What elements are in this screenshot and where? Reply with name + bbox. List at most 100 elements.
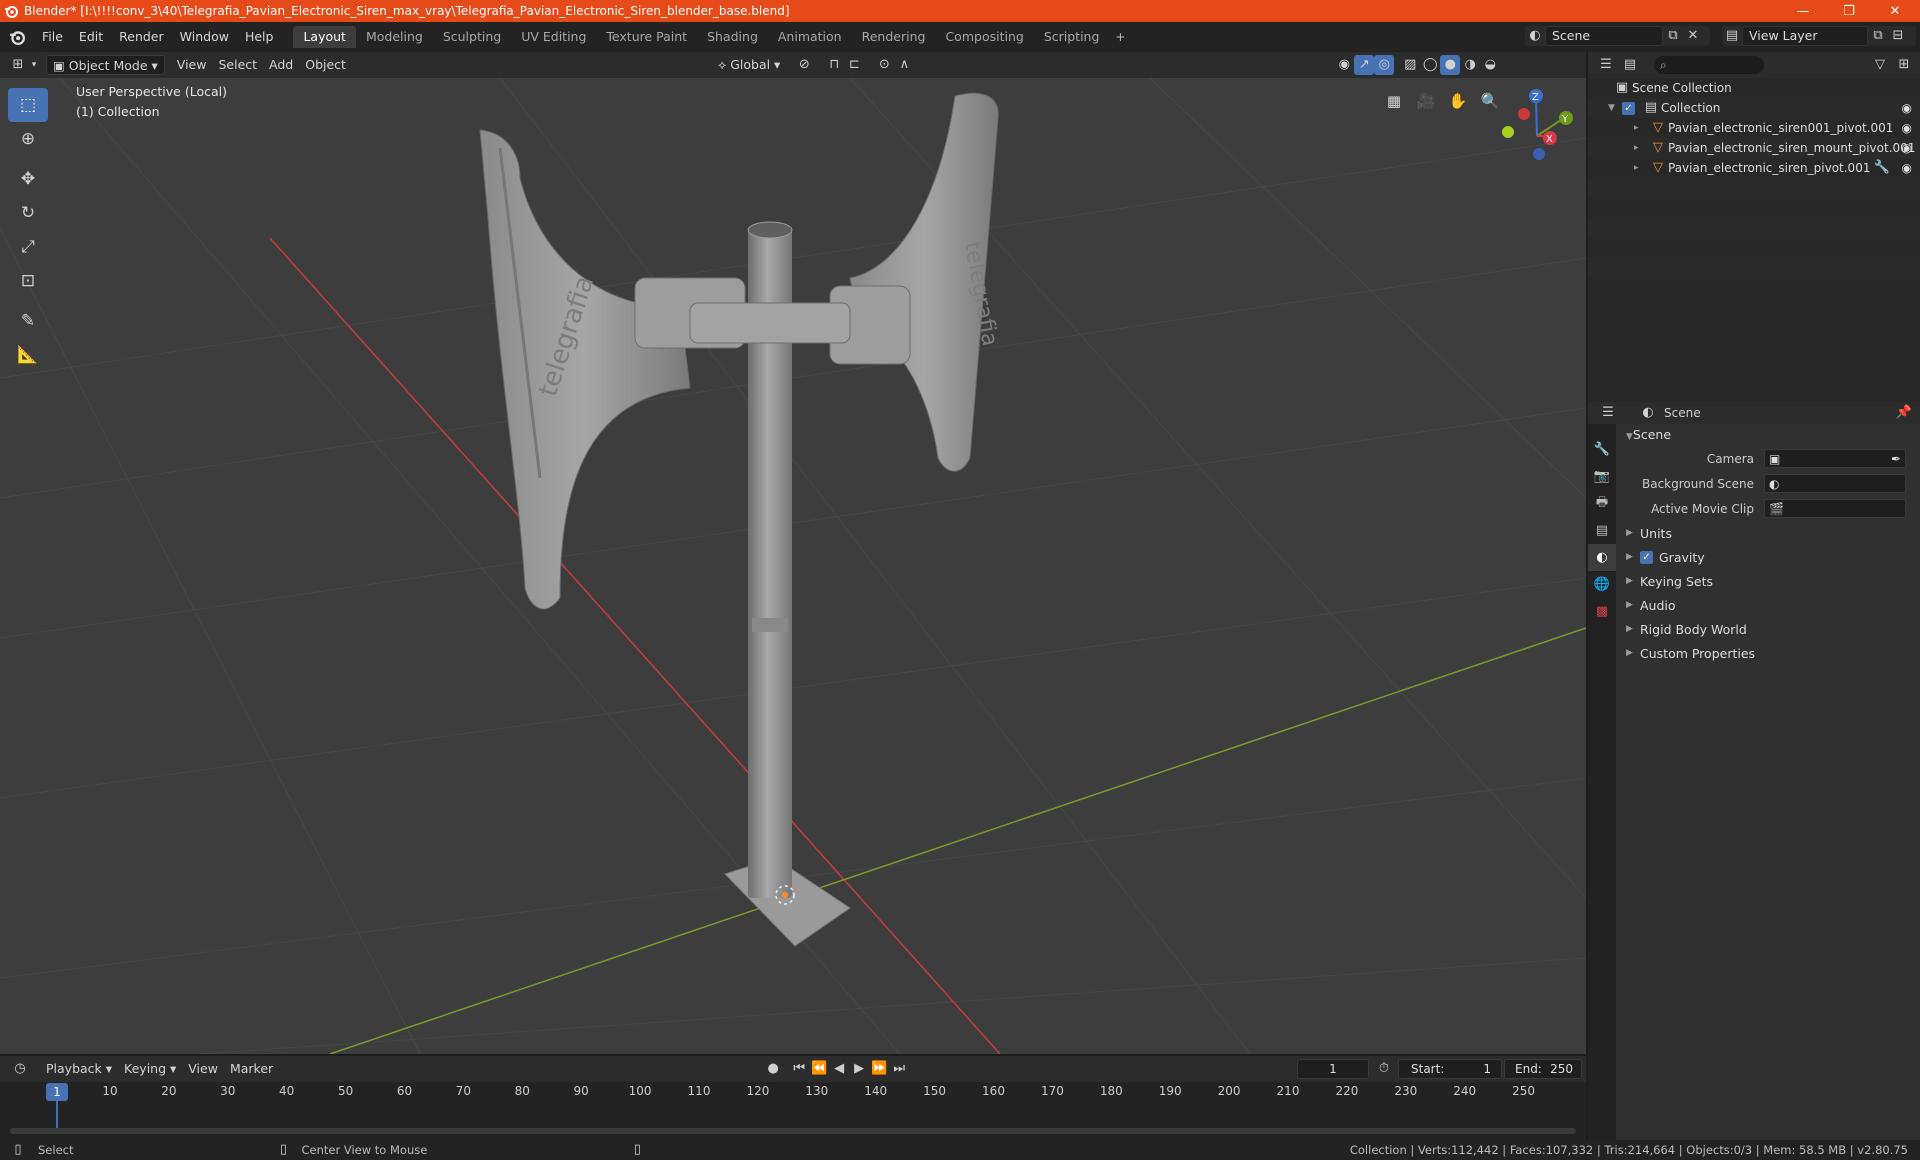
pivot-point-icon[interactable]: ⊘	[794, 55, 814, 75]
outliner-row-object[interactable]: ▸ ▽ Pavian_electronic_siren_mount_pivot.…	[1588, 138, 1920, 158]
keying-menu[interactable]: Keying ▾	[118, 1059, 182, 1079]
outliner-row-collection[interactable]: ▼ ✓ ▤ Collection ◉	[1588, 98, 1920, 118]
new-scene-icon[interactable]: ⧉	[1663, 26, 1683, 46]
pan-hand-icon[interactable]: ✋	[1444, 87, 1472, 115]
record-icon[interactable]: ●	[763, 1059, 783, 1079]
remove-view-layer-icon[interactable]: ⊟	[1888, 26, 1908, 46]
eyedropper-icon[interactable]: ✒	[1891, 452, 1901, 466]
gizmo-icon[interactable]: ↗	[1354, 55, 1375, 75]
start-frame-field[interactable]: Start: 1	[1398, 1059, 1502, 1079]
maximize-button[interactable]: ❐	[1826, 0, 1872, 22]
outliner-row-object[interactable]: ▸ ▽ Pavian_electronic_siren001_pivot.001…	[1588, 118, 1920, 138]
eye-icon[interactable]: ◉	[1902, 121, 1912, 135]
tab-sculpting[interactable]: Sculpting	[433, 26, 511, 48]
properties-editor-icon[interactable]: ☰	[1598, 403, 1618, 423]
tab-world-icon[interactable]: 🌐	[1588, 571, 1616, 598]
add-workspace-button[interactable]: +	[1109, 26, 1131, 48]
expand-chevron-icon[interactable]: ▸	[1634, 163, 1648, 173]
add-menu[interactable]: Add	[263, 55, 299, 75]
solid-shading-icon[interactable]: ●	[1440, 55, 1461, 75]
menu-help[interactable]: Help	[237, 26, 282, 48]
marker-menu[interactable]: Marker	[224, 1059, 279, 1079]
eye-icon[interactable]: ◉	[1902, 161, 1912, 175]
outliner-search-input[interactable]: ⌕	[1654, 56, 1764, 74]
eye-icon[interactable]: ◉	[1902, 141, 1912, 155]
cursor-tool[interactable]: ⊕	[8, 122, 48, 156]
audio-panel[interactable]: ▶ Audio	[1616, 593, 1920, 617]
editor-type-icon[interactable]: ⊞	[8, 55, 28, 75]
expand-chevron-icon[interactable]: ▸	[1634, 123, 1648, 133]
scene-name-field[interactable]: Scene	[1545, 26, 1663, 46]
background-scene-field[interactable]: ◐	[1764, 474, 1906, 493]
tab-texture-paint[interactable]: Texture Paint	[596, 26, 697, 48]
stopwatch-icon[interactable]: ⏱	[1374, 1059, 1394, 1079]
visibility-icon[interactable]: ◉	[1334, 55, 1354, 75]
material-shading-icon[interactable]: ◑	[1460, 55, 1480, 75]
prev-keyframe-icon[interactable]: ⏪	[809, 1059, 829, 1079]
overlays-icon[interactable]: ◎	[1374, 55, 1395, 75]
collection-checkbox[interactable]: ✓	[1622, 101, 1635, 115]
jump-start-icon[interactable]: ⏮	[789, 1059, 809, 1079]
units-panel[interactable]: ▶ Units	[1616, 521, 1920, 545]
play-reverse-icon[interactable]: ◀	[829, 1059, 849, 1079]
custom-properties-panel[interactable]: ▶ Custom Properties	[1616, 641, 1920, 665]
object-menu[interactable]: Object	[299, 55, 352, 75]
timeline-view-menu[interactable]: View	[182, 1059, 224, 1079]
falloff-icon[interactable]: ∧	[894, 55, 914, 75]
menu-window[interactable]: Window	[172, 26, 237, 48]
timeline-scrollbar[interactable]	[10, 1128, 1576, 1134]
gravity-panel[interactable]: ▶ ✓ Gravity	[1616, 545, 1920, 569]
end-frame-field[interactable]: End: 250	[1504, 1059, 1582, 1079]
gravity-checkbox[interactable]: ✓	[1640, 550, 1653, 564]
tab-texture-icon[interactable]: ▩	[1588, 598, 1616, 625]
new-view-layer-icon[interactable]: ⧉	[1868, 26, 1888, 46]
tab-uv-editing[interactable]: UV Editing	[511, 26, 596, 48]
minimize-button[interactable]: —	[1780, 0, 1826, 22]
tab-scene-icon[interactable]: ◐	[1588, 544, 1616, 571]
current-frame-indicator[interactable]: 1	[46, 1083, 68, 1101]
annotate-tool[interactable]: ✎	[8, 304, 48, 338]
jump-end-icon[interactable]: ⏭	[889, 1059, 909, 1079]
tab-render-icon[interactable]: 📷	[1588, 463, 1616, 490]
tab-tool-icon[interactable]: 🔧	[1588, 436, 1616, 463]
tab-shading[interactable]: Shading	[697, 26, 768, 48]
tab-compositing[interactable]: Compositing	[935, 26, 1033, 48]
transform-orientation-dropdown[interactable]: ⟡ Global ▾	[712, 55, 786, 75]
new-collection-icon[interactable]: ⊞	[1894, 55, 1914, 75]
tab-rendering[interactable]: Rendering	[852, 26, 936, 48]
zoom-icon[interactable]: 🔍	[1476, 87, 1504, 115]
move-tool[interactable]: ✥	[8, 162, 48, 196]
pin-icon[interactable]: 📌	[1894, 403, 1914, 423]
close-button[interactable]: ✕	[1872, 0, 1918, 22]
playback-menu[interactable]: Playback ▾	[40, 1059, 118, 1079]
blender-menu-icon[interactable]	[0, 29, 34, 45]
scale-tool[interactable]: ⤢	[8, 230, 48, 264]
tab-output-icon[interactable]: 🖶	[1588, 490, 1616, 517]
proportional-edit-icon[interactable]: ⊙	[874, 55, 894, 75]
rendered-shading-icon[interactable]: ◒	[1480, 55, 1500, 75]
scene-panel-header[interactable]: ▼Scene	[1616, 424, 1920, 446]
tab-animation[interactable]: Animation	[768, 26, 852, 48]
playhead-line[interactable]	[56, 1101, 58, 1131]
transform-tool[interactable]: ⊡	[8, 264, 48, 298]
tab-layout[interactable]: Layout	[293, 26, 356, 48]
xray-icon[interactable]: ▨	[1400, 55, 1420, 75]
3d-viewport[interactable]: telegrafia telegrafia Z Y X User Perspec…	[0, 78, 1586, 1054]
display-mode-icon[interactable]: ▤	[1620, 55, 1640, 75]
wireframe-shading-icon[interactable]: ◯	[1420, 55, 1440, 75]
snap-target-icon[interactable]: ⊏	[844, 55, 864, 75]
outliner-editor-icon[interactable]: ☰	[1596, 55, 1616, 75]
tab-modeling[interactable]: Modeling	[356, 26, 433, 48]
camera-view-icon[interactable]: 🎥	[1412, 87, 1440, 115]
camera-field[interactable]: ▣ ✒	[1764, 449, 1906, 468]
timeline-editor-icon[interactable]: ◷	[10, 1059, 30, 1079]
expand-chevron-icon[interactable]: ▼	[1608, 103, 1622, 113]
keying-sets-panel[interactable]: ▶ Keying Sets	[1616, 569, 1920, 593]
select-menu[interactable]: Select	[212, 55, 263, 75]
active-movie-clip-field[interactable]: 🎬	[1764, 499, 1906, 518]
view-menu[interactable]: View	[171, 55, 213, 75]
toggle-grid-icon[interactable]: ▦	[1380, 87, 1408, 115]
menu-edit[interactable]: Edit	[71, 26, 111, 48]
current-frame-field[interactable]: 1	[1297, 1059, 1369, 1079]
object-mode-dropdown[interactable]: ▣ Object Mode ▾	[46, 55, 165, 75]
